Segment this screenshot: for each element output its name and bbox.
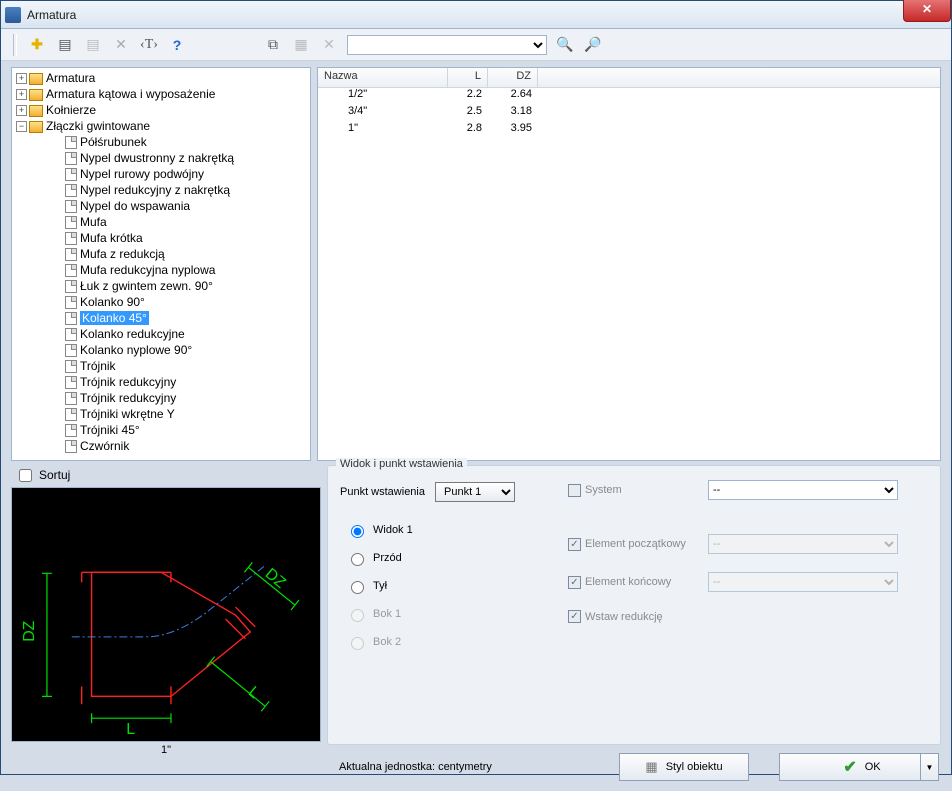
- title-bar: Armatura ✕: [1, 1, 951, 29]
- view-group: Widok i punkt wstawienia Punkt wstawieni…: [327, 465, 941, 745]
- add-icon[interactable]: ✚: [27, 35, 47, 55]
- close-button[interactable]: ✕: [903, 0, 951, 22]
- tree-item[interactable]: Kolanko 45°: [12, 310, 310, 326]
- system-combo[interactable]: --: [708, 480, 898, 500]
- elem-end-combo: --: [708, 572, 898, 592]
- tree-item[interactable]: Czwórnik: [12, 438, 310, 454]
- table-row[interactable]: 3/4"2.53.18: [318, 105, 940, 122]
- toolbar-separator: [13, 34, 17, 56]
- sort-label: Sortuj: [39, 468, 70, 482]
- tree-item[interactable]: Łuk z gwintem zewn. 90°: [12, 278, 310, 294]
- text-icon[interactable]: ‹T›: [139, 35, 159, 55]
- tree-item[interactable]: Mufa: [12, 214, 310, 230]
- tree-item[interactable]: Trójniki wkrętne Y: [12, 406, 310, 422]
- tree-folder[interactable]: +Armatura: [12, 70, 310, 86]
- svg-text:DZ: DZ: [262, 565, 289, 592]
- tree-panel[interactable]: +Armatura+Armatura kątowa i wyposażenie+…: [11, 67, 311, 461]
- tree-item[interactable]: Nypel rurowy podwójny: [12, 166, 310, 182]
- group-legend: Widok i punkt wstawienia: [336, 458, 467, 470]
- tree-item[interactable]: Mufa krótka: [12, 230, 310, 246]
- svg-text:L: L: [126, 721, 135, 738]
- col-dz[interactable]: DZ: [488, 68, 538, 87]
- svg-text:L: L: [245, 683, 263, 702]
- tools-icon[interactable]: ✕: [111, 35, 131, 55]
- col-name[interactable]: Nazwa: [318, 68, 448, 87]
- check-icon: ✔: [843, 757, 856, 777]
- insertion-combo[interactable]: Punkt 1: [435, 482, 515, 502]
- tree-item[interactable]: Mufa redukcyjna nyplowa: [12, 262, 310, 278]
- ok-button[interactable]: ✔ OK ▼: [779, 753, 939, 781]
- tree-item[interactable]: Mufa z redukcją: [12, 246, 310, 262]
- ok-dropdown[interactable]: ▼: [920, 754, 938, 780]
- help-icon[interactable]: ?: [167, 35, 187, 55]
- tree-item[interactable]: Trójniki 45°: [12, 422, 310, 438]
- insertion-label: Punkt wstawienia: [340, 486, 425, 498]
- grid-header: Nazwa L DZ: [318, 68, 940, 88]
- elem-end-checkbox: ✓: [568, 576, 581, 589]
- table-row[interactable]: 1/2"2.22.64: [318, 88, 940, 105]
- preview-label: 1": [11, 744, 321, 756]
- doc2-icon[interactable]: ▤: [83, 35, 103, 55]
- search-icon[interactable]: 🔍: [555, 35, 575, 55]
- tree-item[interactable]: Trójnik redukcyjny: [12, 390, 310, 406]
- elem-start-checkbox: ✓: [568, 538, 581, 551]
- tree-item[interactable]: Kolanko redukcyjne: [12, 326, 310, 342]
- tree-item[interactable]: Nypel redukcyjny z nakrętką: [12, 182, 310, 198]
- copy-icon[interactable]: ⧉: [263, 35, 283, 55]
- tree-item[interactable]: Nypel do wspawania: [12, 198, 310, 214]
- tree-item[interactable]: Półśrubunek: [12, 134, 310, 150]
- tree-item[interactable]: Trójnik redukcyjny: [12, 374, 310, 390]
- grid-icon[interactable]: ▦: [291, 35, 311, 55]
- radio-bok1: [351, 609, 364, 622]
- tree-item[interactable]: Nypel dwustronny z nakrętką: [12, 150, 310, 166]
- table-row[interactable]: 1"2.83.95: [318, 122, 940, 139]
- sort-checkbox[interactable]: [19, 469, 32, 482]
- preview-pane: DZ DZ L L: [11, 487, 321, 742]
- svg-text:DZ: DZ: [21, 620, 38, 641]
- style-icon: ▦: [645, 759, 657, 775]
- tree-folder[interactable]: +Kołnierze: [12, 102, 310, 118]
- reduction-checkbox: ✓: [568, 610, 581, 623]
- tree-item[interactable]: Kolanko 90°: [12, 294, 310, 310]
- toolbar: ✚ ▤ ▤ ✕ ‹T› ? ⧉ ▦ ✕ 🔍 🔎: [1, 29, 951, 61]
- tree-item[interactable]: Kolanko nyplowe 90°: [12, 342, 310, 358]
- delete-icon[interactable]: ✕: [319, 35, 339, 55]
- tree-folder[interactable]: −Złączki gwintowane: [12, 118, 310, 134]
- unit-label: Aktualna jednostka: centymetry: [339, 761, 492, 773]
- style-button[interactable]: ▦ Styl obiektu: [619, 753, 749, 781]
- app-icon: [5, 7, 21, 23]
- radio-przod[interactable]: [351, 553, 364, 566]
- window-title: Armatura: [27, 8, 76, 22]
- radio-widok1[interactable]: [351, 525, 364, 538]
- radio-bok2: [351, 637, 364, 650]
- tree-folder[interactable]: +Armatura kątowa i wyposażenie: [12, 86, 310, 102]
- col-l[interactable]: L: [448, 68, 488, 87]
- search-input[interactable]: [347, 35, 547, 55]
- tree-item[interactable]: Trójnik: [12, 358, 310, 374]
- doc-icon[interactable]: ▤: [55, 35, 75, 55]
- find-icon[interactable]: 🔎: [583, 35, 603, 55]
- system-checkbox: [568, 484, 581, 497]
- radio-tyl[interactable]: [351, 581, 364, 594]
- data-grid[interactable]: Nazwa L DZ 1/2"2.22.643/4"2.53.181"2.83.…: [317, 67, 941, 461]
- elem-start-combo: --: [708, 534, 898, 554]
